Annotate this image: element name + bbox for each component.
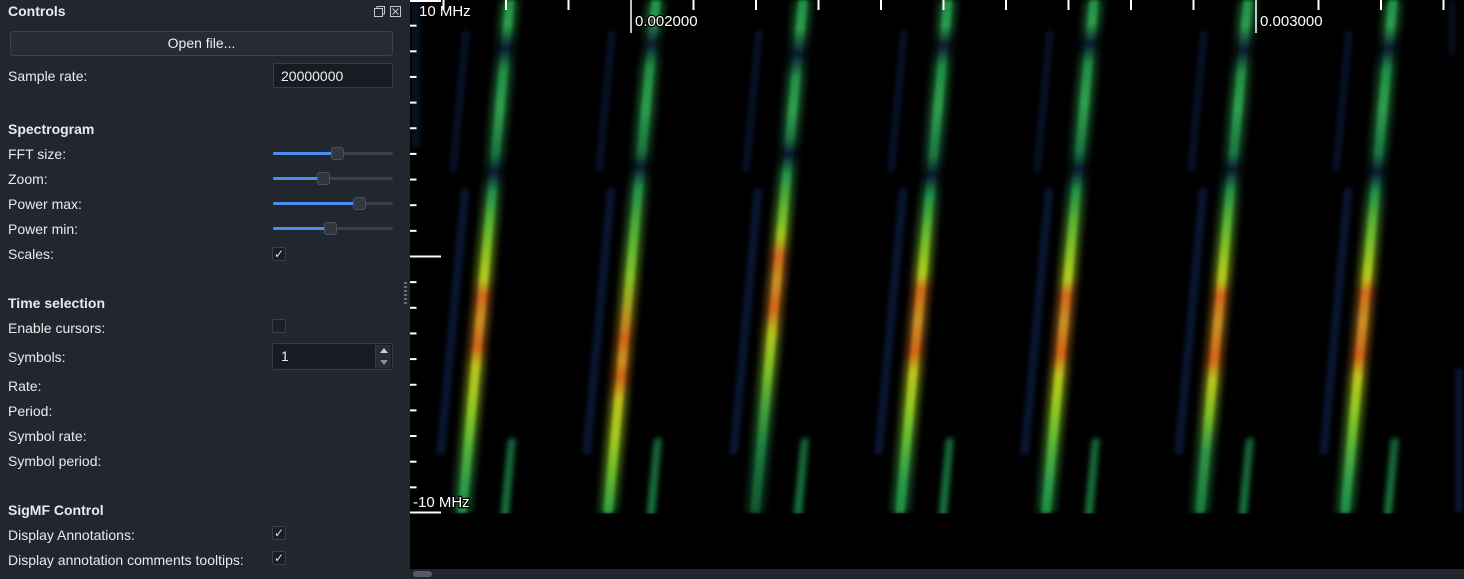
sidelobe-ghost [1033,30,1053,172]
inspectrum-window: Controls Open file... Sample rate: Spect… [0,0,1464,579]
freq-axis-bottom-label: -10 MHz [413,494,470,511]
power-min-label: Power min: [8,221,78,237]
slider-thumb[interactable] [353,197,366,210]
zoom-slider[interactable] [273,171,393,186]
slider-thumb[interactable] [331,147,344,160]
sidelobe-ghost [1456,368,1463,513]
sidelobe-ghost [501,438,516,516]
sidelobe-ghost [412,0,420,148]
signal-burst [1300,0,1440,516]
power-max-label: Power max: [8,196,82,212]
symbols-label: Symbols: [8,349,66,365]
scales-checkbox[interactable]: ✓ [272,247,286,261]
arrow-up-icon [380,348,388,353]
time-axis-label: 0.003000 [1260,13,1323,30]
display-tooltips-label: Display annotation comments tooltips: [8,552,244,568]
spectrogram-view[interactable]: 10 MHz -10 MHz 0.002000 0.003000 [410,0,1464,579]
sigmf-section-header: SigMF Control [8,502,104,518]
freq-axis-top-label: 10 MHz [419,3,471,20]
sidelobe-ghost [939,438,954,516]
sample-rate-input[interactable] [273,63,393,88]
display-tooltips-checkbox[interactable]: ✓ [272,551,286,565]
time-axis-label: 0.002000 [635,13,698,30]
symbols-spinbox[interactable]: 1 [272,343,393,370]
sidelobe-ghost [647,438,662,516]
symbol-rate-label: Symbol rate: [8,428,87,444]
sidelobe-ghost [742,30,762,172]
power-min-slider[interactable] [273,221,393,236]
enable-cursors-label: Enable cursors: [8,320,105,336]
slider-thumb[interactable] [324,222,337,235]
signal-burst [563,0,703,516]
float-window-icon[interactable] [373,5,386,18]
rate-label: Rate: [8,378,41,394]
sidelobe-ghost [887,30,907,172]
signal-burst [1155,0,1295,516]
sidelobe-ghost [595,30,615,172]
splitter-handle[interactable] [403,282,409,306]
power-max-slider[interactable] [273,196,393,211]
slider-thumb[interactable] [317,172,330,185]
sidelobe-ghost [1384,438,1399,516]
display-annotations-label: Display Annotations: [8,527,135,543]
open-file-button[interactable]: Open file... [10,31,393,56]
fft-size-label: FFT size: [8,146,66,162]
sample-rate-label: Sample rate: [8,68,87,84]
sidelobe-ghost [1187,30,1207,172]
arrow-down-icon [380,360,388,365]
symbol-period-label: Symbol period: [8,453,101,469]
zoom-label: Zoom: [8,171,48,187]
scrollbar-thumb[interactable] [413,571,432,577]
scales-label: Scales: [8,246,54,262]
horizontal-scrollbar[interactable] [410,569,1464,579]
sidelobe-ghost [794,438,809,516]
fft-size-slider[interactable] [273,146,393,161]
display-annotations-checkbox[interactable]: ✓ [272,526,286,540]
signal-burst [710,0,850,516]
signal-layer [412,0,1463,516]
spectrogram-section-header: Spectrogram [8,121,94,137]
sidelobe-ghost [1332,30,1352,172]
sidelobe-ghost [449,30,469,172]
symbols-value: 1 [281,348,289,364]
period-label: Period: [8,403,52,419]
dock-titlebar[interactable]: Controls [0,0,410,24]
dock-title: Controls [8,3,66,19]
close-dock-icon[interactable] [389,5,402,18]
time-selection-header: Time selection [8,295,105,311]
signal-burst [855,0,995,516]
signal-burst [1001,0,1141,516]
spectrogram-canvas[interactable]: 10 MHz -10 MHz 0.002000 0.003000 [410,0,1464,579]
sidelobe-ghost [1239,438,1254,516]
enable-cursors-checkbox[interactable] [272,319,286,333]
sidelobe-ghost [1449,0,1455,56]
spin-down-button[interactable] [376,357,392,368]
spin-up-button[interactable] [376,345,392,356]
controls-dock: Controls Open file... Sample rate: Spect… [0,0,410,579]
sidelobe-ghost [1085,438,1100,516]
signal-burst [417,0,557,516]
